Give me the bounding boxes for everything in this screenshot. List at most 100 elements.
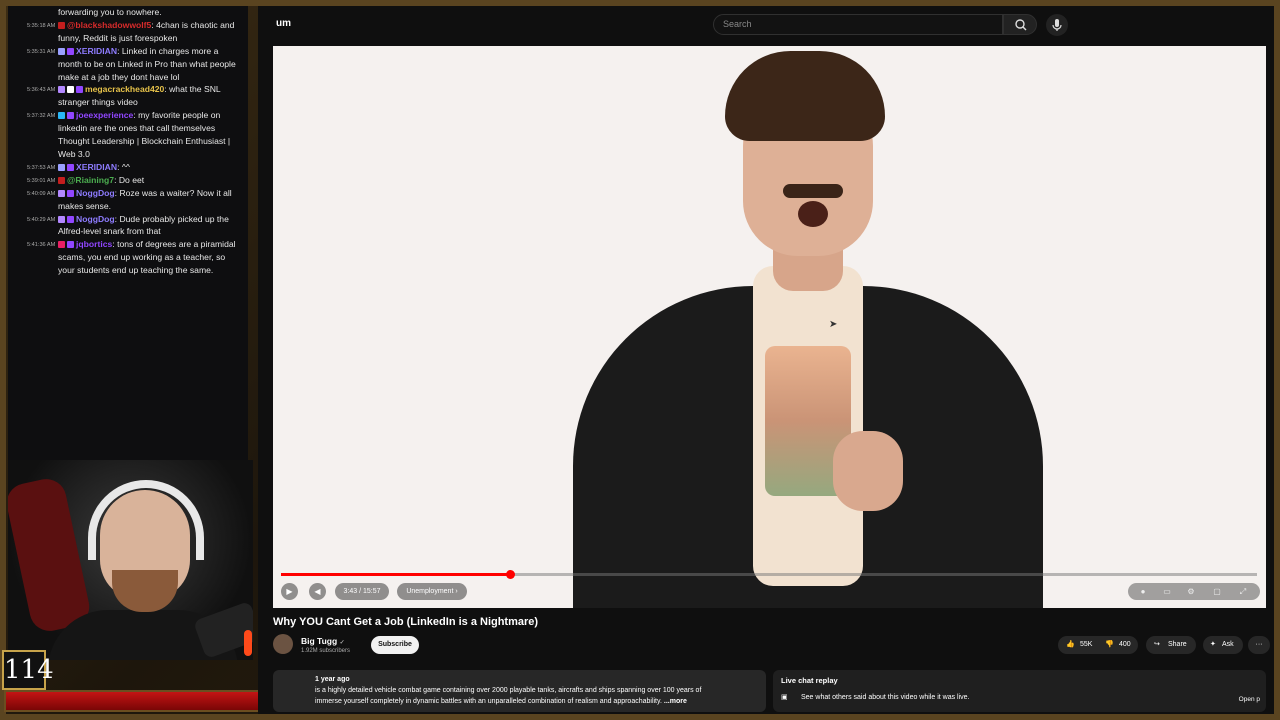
chat-timestamp: 5:35:31 AM — [27, 48, 56, 55]
video-person-hair — [725, 51, 885, 141]
description-box[interactable]: 1 year ago is a highly detailed vehicle … — [273, 670, 766, 712]
share-icon: ↪ — [1154, 641, 1160, 648]
chat-text: : Do eet — [114, 174, 145, 185]
description-line-2: immerse yourself completely in dynamic b… — [315, 698, 662, 705]
open-panel-button[interactable]: Open p — [1239, 696, 1260, 703]
headset — [88, 480, 204, 560]
chat-username[interactable]: XERIDIAN — [76, 162, 117, 172]
chat-badge-icon — [58, 47, 65, 55]
theater-mode-icon[interactable]: ▢ — [1208, 583, 1226, 600]
chat-bubble-icon: ▣ — [781, 694, 788, 701]
settings-gear-icon[interactable]: ⚙ — [1182, 583, 1200, 600]
chat-username[interactable]: joeexperience — [76, 110, 133, 120]
chat-message: 5:40:29 AM NoggDog: Dude probably picked … — [8, 213, 248, 239]
upload-date: 1 year ago — [315, 676, 350, 683]
search-input[interactable]: Search — [713, 14, 1003, 35]
chat-badge-icon — [58, 112, 65, 120]
chat-message: 5:40:09 AM NoggDog: Roze was a waiter? No… — [8, 187, 248, 213]
channel-name[interactable]: Big Tugg ✓ — [301, 636, 345, 646]
chat-message: 5:41:36 AM jqbortics: tons of degrees are… — [8, 238, 248, 277]
video-title: Why YOU Cant Get a Job (LinkedIn is a Ni… — [273, 616, 539, 628]
chat-timestamp: 5:40:09 AM — [27, 190, 56, 197]
like-count[interactable]: 55K — [1080, 636, 1092, 654]
captions-icon[interactable]: ▭ — [1158, 583, 1176, 600]
search-button[interactable] — [1003, 14, 1037, 35]
video-person-hand — [833, 431, 903, 511]
chat-text: : ^^ — [117, 161, 130, 172]
verified-icon: ✓ — [339, 640, 345, 646]
chat-badge-icon — [67, 112, 74, 120]
streamer-beard — [112, 570, 178, 612]
chat-text: forwarding you to nowhere. — [58, 7, 162, 17]
chat-badge-icon — [58, 176, 65, 184]
player-right-controls: ● ▭ ⚙ ▢ ⤢ — [1128, 583, 1260, 600]
show-more-link[interactable]: ...more — [664, 698, 687, 705]
autoplay-toggle[interactable]: ● — [1134, 583, 1152, 600]
chat-username[interactable]: XERIDIAN — [76, 46, 117, 56]
progress-played — [281, 573, 511, 576]
chat-badge-icon — [58, 241, 65, 249]
search-icon — [1015, 19, 1027, 31]
chat-badge-icon — [58, 215, 65, 223]
gaming-chair — [8, 475, 93, 635]
stream-counter: 114 — [2, 650, 54, 690]
description-line-1: is a highly detailed vehicle combat game… — [315, 687, 702, 694]
chat-message: 5:37:32 AM joeexperience: my favorite peo… — [8, 109, 248, 161]
chat-username[interactable]: NoggDog — [76, 214, 115, 224]
play-button[interactable]: ▶ — [281, 583, 298, 600]
channel-name-text: Big Tugg — [301, 636, 338, 646]
chat-message: 5:35:31 AM XERIDIAN: Linked in charges mo… — [8, 45, 248, 84]
thumbs-up-icon[interactable]: 👍 — [1066, 636, 1075, 654]
chat-timestamp: 5:41:36 AM — [27, 242, 56, 249]
voice-search-button[interactable] — [1046, 14, 1068, 36]
more-actions-button[interactable]: ··· — [1248, 636, 1270, 654]
chat-badge-icon — [67, 86, 74, 94]
scrubber-handle[interactable] — [506, 570, 516, 579]
chapter-button[interactable]: Unemployment › — [397, 583, 467, 600]
chat-username[interactable]: @blackshadowwolf5 — [67, 20, 151, 30]
chat-timestamp: 5:37:32 AM — [27, 113, 56, 120]
chat-badge-icon — [67, 163, 74, 171]
dislike-count[interactable]: 400 — [1119, 636, 1131, 654]
stream-chat: forwarding you to nowhere. 5:35:18 AM @bla… — [8, 6, 248, 476]
chat-badge-icon — [76, 86, 83, 94]
live-chat-replay: Live chat replay ▣ See what others said a… — [773, 670, 1266, 712]
chat-message: 5:37:53 AM XERIDIAN: ^^ — [8, 161, 248, 174]
video-progress-bar[interactable] — [281, 570, 1257, 579]
youtube-logo[interactable]: um — [276, 18, 291, 29]
chat-message: forwarding you to nowhere. — [8, 6, 248, 19]
chat-message: 5:39:01 AM @Riaining7: Do eet — [8, 174, 248, 187]
chat-message: 5:35:18 AM @blackshadowwolf5: 4chan is ch… — [8, 19, 248, 45]
chat-timestamp: 5:35:18 AM — [27, 22, 56, 29]
like-dislike-group: 👍 55K 👎 400 — [1058, 636, 1138, 654]
chat-username[interactable]: jqbortics — [76, 239, 112, 249]
chat-badge-icon — [58, 163, 65, 171]
chat-badge-icon — [67, 241, 74, 249]
microphone-icon — [1052, 19, 1062, 31]
video-person-mouth — [798, 201, 828, 227]
chat-badge-icon — [58, 189, 65, 197]
chat-badge-icon — [67, 215, 74, 223]
chat-badge-icon — [58, 21, 65, 29]
live-chat-replay-title: Live chat replay — [781, 676, 838, 685]
ask-label: Ask — [1222, 641, 1234, 648]
mouse-pointer-icon: ➤ — [829, 319, 838, 330]
share-button[interactable]: ↪ Share — [1146, 636, 1196, 654]
webcam-feed — [8, 460, 253, 660]
fullscreen-icon[interactable]: ⤢ — [1234, 583, 1252, 600]
time-display: 3:43 / 15:57 — [335, 583, 389, 600]
channel-avatar[interactable] — [273, 634, 293, 654]
chat-username[interactable]: megacrackhead420 — [85, 84, 164, 94]
chat-badge-icon — [67, 47, 74, 55]
ask-button[interactable]: ✦ Ask — [1203, 636, 1243, 654]
chat-username[interactable]: @Riaining7 — [67, 175, 114, 185]
volume-button[interactable]: ◀ — [309, 583, 326, 600]
chat-username[interactable]: NoggDog — [76, 188, 115, 198]
video-player[interactable]: ➤ ▶ ◀ 3:43 / 15:57 Unemployment › ● ▭ ⚙ … — [273, 46, 1266, 608]
chat-message: 5:36:43 AM megacrackhead420: what the SNL… — [8, 83, 248, 109]
chat-badge-icon — [67, 189, 74, 197]
sparkle-icon: ✦ — [1210, 641, 1216, 648]
subscriber-count: 1.92M subscribers — [301, 648, 351, 654]
subscribe-button[interactable]: Subscribe — [371, 636, 419, 654]
thumbs-down-icon[interactable]: 👎 — [1105, 636, 1114, 654]
